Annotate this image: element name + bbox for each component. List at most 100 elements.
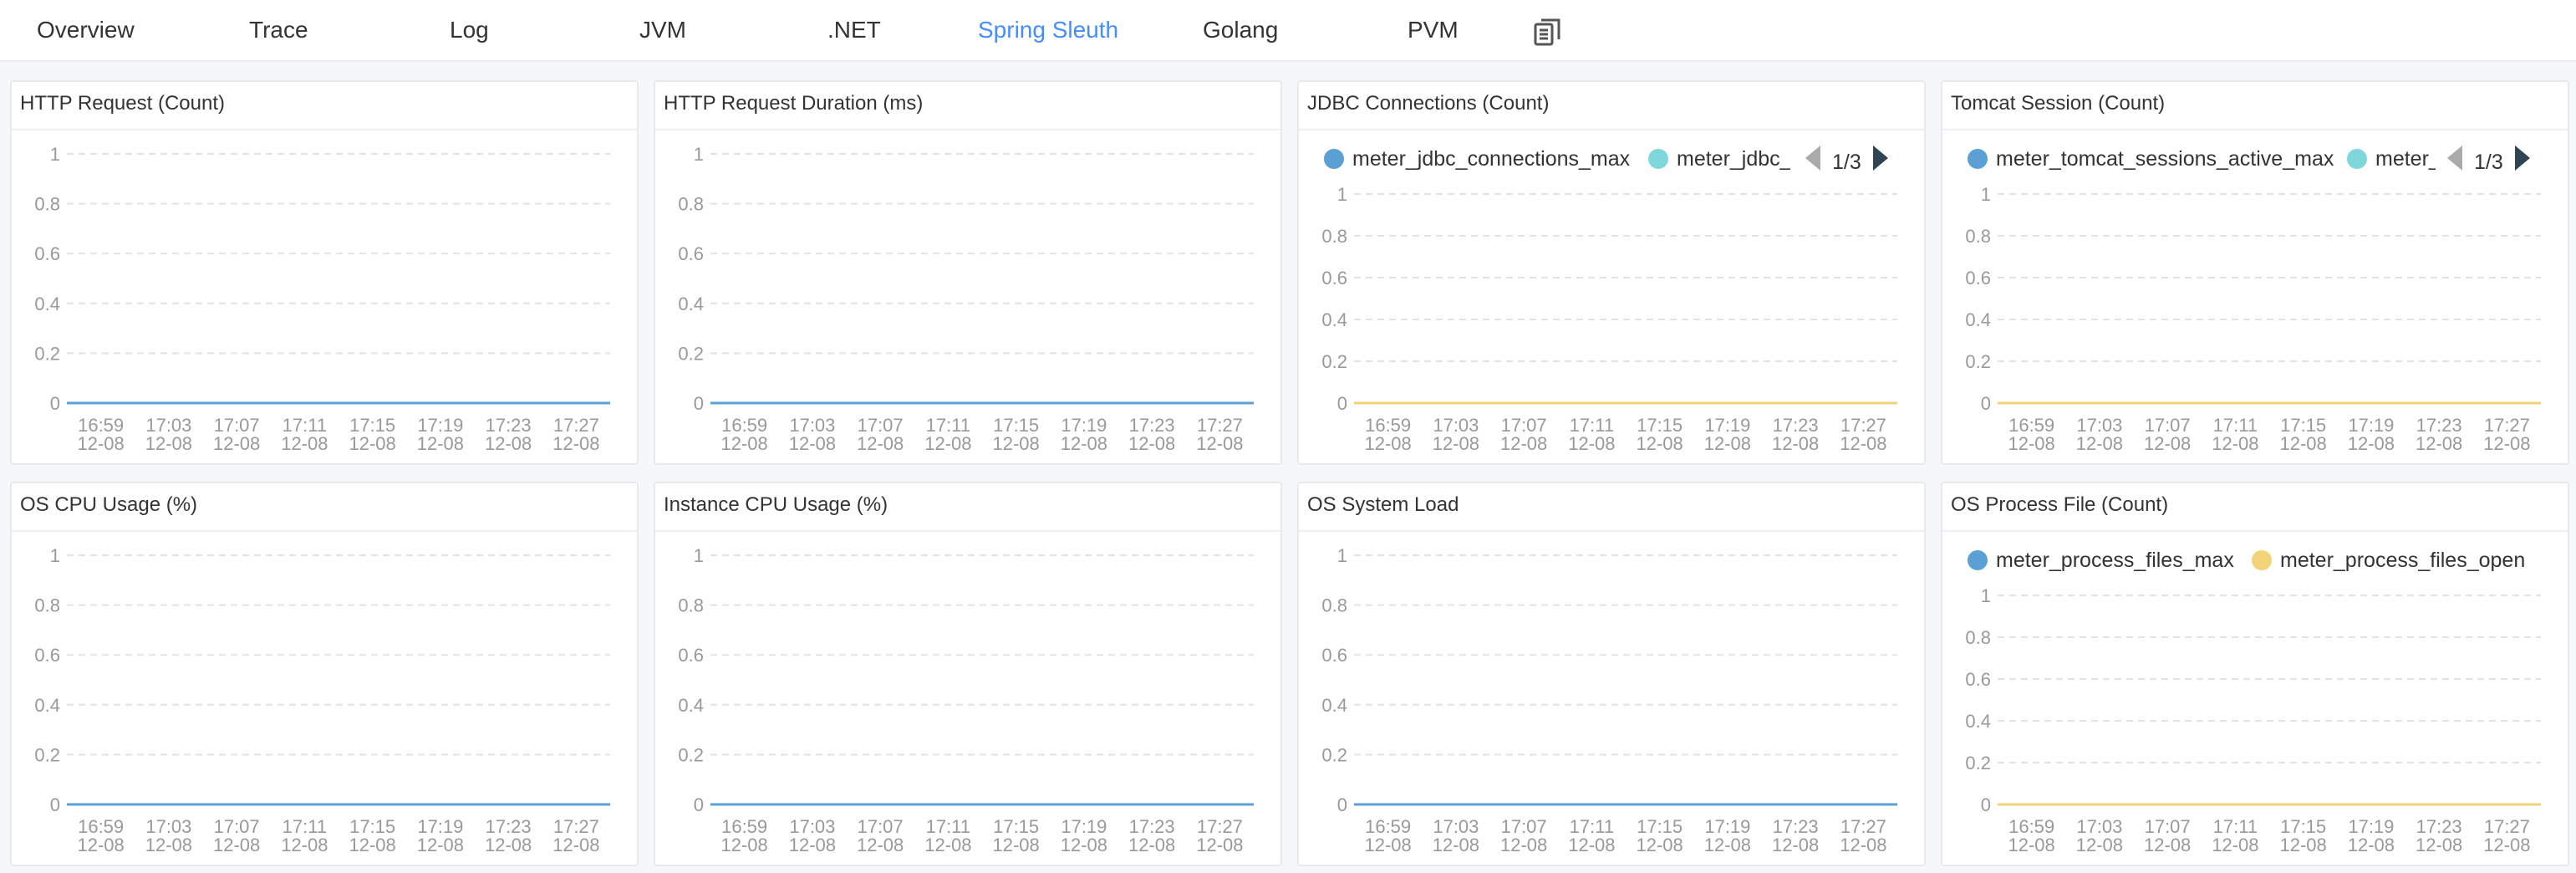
legend-pager: 1/3 [2447,146,2530,174]
y-tick-label: 0.6 [34,243,60,264]
y-tick-label: 0.8 [678,194,704,215]
chart-jdbc: 0 0.2 0.4 0.6 0.8 1 16:59 12-08 17:03 12-08 17:07 1… [1321,184,1897,454]
x-tick-label: 17:03 12-08 [789,415,836,454]
x-tick-label: 17:07 12-08 [857,816,904,855]
x-tick-label: 17:19 12-08 [2348,415,2395,454]
legend-item[interactable]: meter_jdbc_ [1648,146,1790,172]
y-tick-label: 0.8 [1321,595,1347,616]
y-tick-label: 1 [50,144,60,165]
y-tick-label: 0.6 [1321,268,1347,288]
y-tick-label: 0.6 [1321,645,1347,666]
tab-dotnet[interactable]: .NET [827,13,881,47]
x-tick-label: 17:11 12-08 [281,816,328,855]
panel-title: HTTP Request (Count) [20,92,225,115]
y-tick-label: 1 [1981,184,1991,205]
x-tick-label: 17:23 12-08 [485,816,532,855]
legend-item[interactable]: meter_jdbc_connections_max [1324,146,1630,172]
chart-os-load: 0 0.2 0.4 0.6 0.8 1 16:59 12-08 17:03 12-08 17:07 1… [1321,545,1897,855]
x-tick-label: 17:03 12-08 [145,415,192,454]
x-tick-label: 17:15 12-08 [2279,816,2326,855]
x-tick-label: 17:19 12-08 [417,816,464,855]
y-tick-label: 1 [1337,545,1347,566]
tab-golang[interactable]: Golang [1203,13,1278,47]
legend-label: meter_jdbc_ [1677,147,1790,171]
x-tick-label: 17:03 12-08 [1433,415,1479,454]
x-tick-label: 17:15 12-08 [1636,415,1683,454]
legend-next-icon[interactable] [1872,146,1888,171]
x-tick-label: 17:15 12-08 [992,816,1039,855]
x-tick-label: 17:07 12-08 [1500,415,1547,454]
x-tick-label: 17:15 12-08 [2279,415,2326,454]
y-tick-label: 0.8 [34,194,60,215]
legend-item[interactable]: meter_process_files_max [1968,547,2234,574]
legend-item[interactable]: meter_ [2347,146,2436,172]
x-tick-label: 17:27 12-08 [552,816,599,855]
tab-pvm[interactable]: PVM [1408,13,1459,47]
tab-jvm[interactable]: JVM [639,13,686,47]
copy-icon[interactable] [1533,17,1563,47]
y-tick-label: 0.2 [34,744,60,765]
legend-dot [1968,550,1988,570]
y-tick-label: 0.8 [1965,627,1991,648]
x-tick-label: 17:19 12-08 [2348,816,2395,855]
panel-title: HTTP Request Duration (ms) [664,92,924,115]
x-tick-label: 17:11 12-08 [2212,816,2258,855]
legend-item[interactable]: meter_process_files_open [2252,547,2525,574]
legend-next-icon[interactable] [2514,146,2530,171]
x-tick-label: 17:19 12-08 [1061,415,1107,454]
y-tick-label: 0.8 [1321,226,1347,247]
legend-dot [1968,149,1988,169]
tab-overview[interactable]: Overview [37,13,135,47]
x-tick-label: 17:11 12-08 [924,816,971,855]
x-tick-label: 17:19 12-08 [1704,415,1751,454]
x-tick-label: 17:15 12-08 [349,415,395,454]
chart-http-duration: 0 0.2 0.4 0.6 0.8 1 16:59 12-08 17:03 12-08 17:07 1… [678,144,1254,454]
x-tick-label: 17:03 12-08 [145,816,192,855]
x-tick-label: 17:27 12-08 [1196,415,1243,454]
y-tick-label: 0 [1981,393,1991,414]
panel-title: OS CPU Usage (%) [20,493,198,516]
panel-http-request: HTTP Request (Count) 0 0.2 0.4 0.6 0.8 1 16:59… [10,80,639,465]
tab-trace[interactable]: Trace [249,13,308,47]
y-tick-label: 1 [50,545,60,566]
x-tick-label: 17:19 12-08 [1704,816,1751,855]
x-tick-label: 17:11 12-08 [1568,816,1615,855]
panel-jdbc: JDBC Connections (Count) meter_jdbc_conn… [1297,80,1926,465]
tab-spring-sleuth[interactable]: Spring Sleuth [978,13,1118,47]
chart-http-request: 0 0.2 0.4 0.6 0.8 1 16:59 12-08 17:03 12-08 17:07 1… [34,144,610,454]
panel-title: Instance CPU Usage (%) [664,493,888,516]
y-tick-label: 0 [50,794,60,815]
legend-dot [2252,550,2272,570]
x-tick-label: 16:59 12-08 [77,816,124,855]
panel-os-cpu: OS CPU Usage (%) 0 0.2 0.4 0.6 0.8 1 16:59 12-0… [10,482,639,866]
y-tick-label: 0.4 [678,294,704,314]
legend-label: meter_process_files_max [1996,549,2234,572]
y-tick-label: 0 [694,393,704,414]
x-tick-label: 17:23 12-08 [1772,415,1819,454]
y-tick-label: 0.4 [1965,711,1991,732]
y-tick-label: 0.8 [678,595,704,616]
legend-prev-icon[interactable] [1805,146,1820,171]
x-tick-label: 17:07 12-08 [1500,816,1547,855]
y-tick-label: 1 [694,144,704,165]
y-tick-label: 0.6 [1965,669,1991,690]
legend-dot [1324,149,1344,169]
x-tick-label: 17:15 12-08 [349,816,395,855]
y-tick-label: 0 [1337,794,1347,815]
chart-tomcat: 0 0.2 0.4 0.6 0.8 1 16:59 12-08 17:03 12-08 17:07 1… [1965,184,2541,454]
x-tick-label: 17:03 12-08 [2076,816,2123,855]
x-tick-label: 17:27 12-08 [1840,816,1886,855]
tab-log[interactable]: Log [450,13,489,47]
y-tick-label: 0.8 [34,595,60,616]
y-tick-label: 0.4 [34,294,60,314]
y-tick-label: 0.4 [34,695,60,716]
legend-label: meter_jdbc_connections_max [1352,147,1631,171]
y-tick-label: 0.8 [1965,226,1991,247]
legend-item[interactable]: meter_tomcat_sessions_active_max [1968,146,2334,172]
legend-prev-icon[interactable] [2447,146,2462,171]
x-tick-label: 17:23 12-08 [2416,415,2462,454]
legend-dot [1648,149,1668,169]
panel-os-load: OS System Load 0 0.2 0.4 0.6 0.8 1 16:59 12-08 1… [1297,482,1926,866]
legend-label: meter_tomcat_sessions_active_max [1996,147,2334,171]
y-tick-label: 0.2 [34,343,60,364]
